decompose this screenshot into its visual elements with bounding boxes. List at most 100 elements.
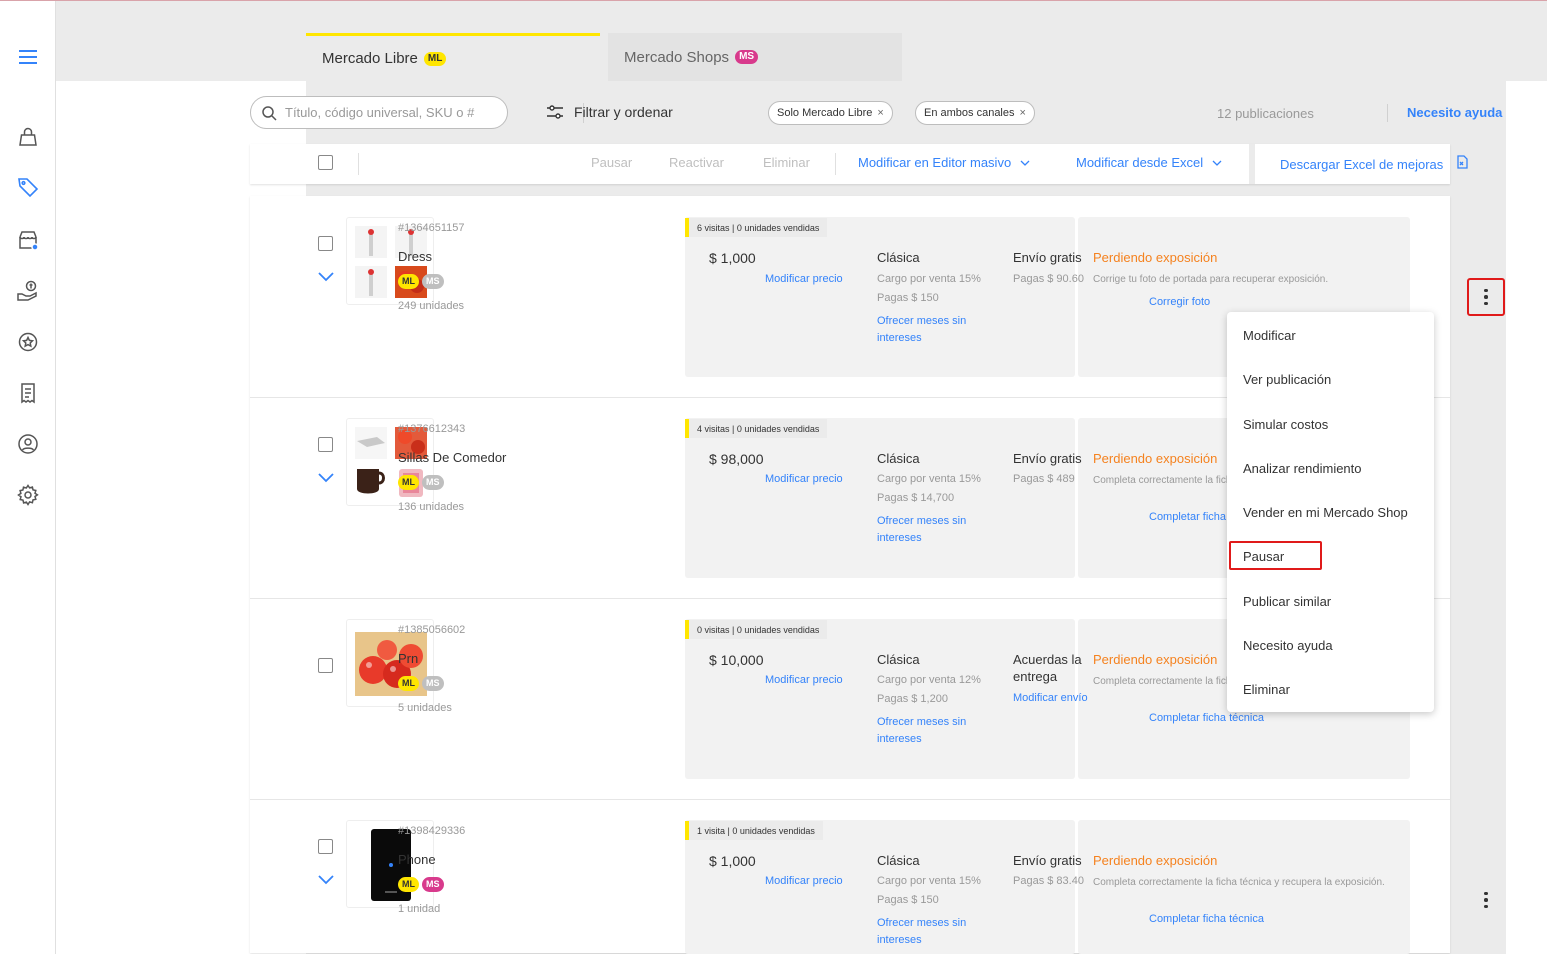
more-options-button[interactable] — [1467, 278, 1505, 316]
fee-amount: Pagas $ 150 — [877, 292, 939, 304]
bulk-action-bar — [250, 144, 1450, 184]
shipping-cost: Pagas $ 83.40 — [1013, 875, 1084, 887]
row-checkbox[interactable] — [318, 839, 333, 854]
chevron-down-icon[interactable] — [318, 272, 334, 282]
filter-label: Filtrar y ordenar — [574, 104, 673, 120]
search-box[interactable] — [250, 96, 508, 129]
pause-button[interactable]: Pausar — [591, 155, 632, 170]
warning-title: Perdiendo exposición — [1093, 250, 1218, 265]
edit-price-link[interactable]: Modificar precio — [765, 271, 843, 288]
edit-price-link[interactable]: Modificar precio — [765, 873, 843, 890]
channel-badges: ML MS — [398, 877, 444, 892]
tab-mercado-shops[interactable]: Mercado Shops MS — [608, 33, 902, 81]
search-input[interactable] — [285, 105, 485, 120]
listing-units: 5 unidades — [398, 702, 452, 714]
search-icon — [262, 105, 277, 121]
tag-icon[interactable] — [14, 173, 42, 201]
store-icon[interactable] — [14, 226, 42, 254]
listing-price: $ 1,000 — [709, 250, 756, 266]
menu-item-publish-similar[interactable]: Publicar similar — [1243, 594, 1331, 609]
warning-title: Perdiendo exposición — [1093, 652, 1218, 667]
excel-dropdown[interactable]: Modificar desde Excel — [1076, 155, 1222, 170]
download-improvements-button[interactable]: Descargar Excel de mejoras — [1280, 155, 1469, 172]
chevron-down-icon[interactable] — [318, 473, 334, 483]
edit-price-link[interactable]: Modificar precio — [765, 672, 843, 689]
tab-label: Mercado Libre — [322, 50, 418, 67]
shipping-type: Envío gratis — [1013, 451, 1082, 466]
listing-type: Clásica — [877, 853, 920, 868]
shipping-cost: Pagas $ 90.60 — [1013, 273, 1084, 285]
listing-title[interactable]: Dress — [398, 249, 432, 264]
visits-badge: 0 visitas | 0 unidades vendidas — [685, 620, 828, 639]
listing-id: #1364651157 — [398, 222, 465, 234]
offer-installments-link[interactable]: Ofrecer meses sin intereses — [877, 313, 987, 347]
star-badge-icon[interactable] — [14, 328, 42, 356]
select-all-checkbox[interactable] — [318, 155, 333, 170]
more-options-button[interactable] — [1472, 886, 1500, 914]
shipping-cost: Pagas $ 489 — [1013, 473, 1075, 485]
chip-solo-mercado-libre[interactable]: Solo Mercado Libre × — [768, 101, 893, 125]
listing-type: Clásica — [877, 250, 920, 265]
warning-title: Perdiendo exposición — [1093, 451, 1218, 466]
edit-shipping-link[interactable]: Modificar envío — [1013, 690, 1088, 707]
filter-button[interactable]: Filtrar y ordenar — [546, 104, 673, 120]
ms-badge: MS — [422, 274, 444, 289]
pause-highlight-box — [1229, 541, 1322, 570]
offer-installments-link[interactable]: Ofrecer meses sin intereses — [877, 513, 987, 547]
menu-item-help[interactable]: Necesito ayuda — [1243, 638, 1333, 653]
listing-title[interactable]: Prn — [398, 651, 418, 666]
menu-item-view-listing[interactable]: Ver publicación — [1243, 372, 1331, 387]
listing-price: $ 98,000 — [709, 451, 764, 467]
offer-installments-link[interactable]: Ofrecer meses sin intereses — [877, 714, 987, 748]
bag-icon[interactable] — [14, 123, 42, 151]
listing-title[interactable]: Sillas De Comedor — [398, 450, 506, 465]
listing-title[interactable]: Phone — [398, 852, 436, 867]
ml-badge: ML — [398, 475, 419, 490]
menu-item-sell-in-shop[interactable]: Vender en mi Mercado Shop — [1243, 505, 1408, 520]
row-checkbox[interactable] — [318, 437, 333, 452]
offer-installments-link[interactable]: Ofrecer meses sin intereses — [877, 915, 987, 949]
gear-icon[interactable] — [14, 481, 42, 509]
menu-icon[interactable] — [14, 43, 42, 71]
edit-price-link[interactable]: Modificar precio — [765, 471, 843, 488]
sidebar — [0, 1, 56, 954]
fee-amount: Pagas $ 1,200 — [877, 693, 948, 705]
delete-button[interactable]: Eliminar — [763, 155, 810, 170]
money-hand-icon[interactable] — [14, 277, 42, 305]
reactivate-button[interactable]: Reactivar — [669, 155, 724, 170]
listing-type: Clásica — [877, 451, 920, 466]
listing-options-menu: Modificar Ver publicación Simular costos… — [1227, 312, 1434, 712]
complete-specs-link[interactable]: Completar ficha técnica — [1149, 710, 1264, 727]
chip-label: En ambos canales — [924, 107, 1015, 119]
chip-label: Solo Mercado Libre — [777, 107, 873, 119]
help-link[interactable]: Necesito ayuda — [1407, 105, 1502, 120]
chevron-down-icon[interactable] — [318, 875, 334, 885]
tab-mercado-libre[interactable]: Mercado Libre ML — [306, 33, 600, 81]
divider — [1249, 144, 1255, 184]
menu-item-delete[interactable]: Eliminar — [1243, 682, 1290, 697]
tab-label: Mercado Shops — [624, 48, 730, 66]
visits-badge: 6 visitas | 0 unidades vendidas — [685, 218, 828, 237]
fix-photo-link[interactable]: Corregir foto — [1149, 294, 1210, 311]
fee-amount: Pagas $ 150 — [877, 894, 939, 906]
menu-item-modify[interactable]: Modificar — [1243, 328, 1296, 343]
sale-fee: Cargo por venta 15% — [877, 875, 981, 887]
ml-badge: ML — [398, 877, 419, 892]
row-divider — [250, 799, 1450, 800]
chip-ambos-canales[interactable]: En ambos canales × — [915, 101, 1035, 125]
close-icon[interactable]: × — [1020, 107, 1026, 119]
user-icon[interactable] — [14, 430, 42, 458]
menu-item-simulate-costs[interactable]: Simular costos — [1243, 417, 1328, 432]
listing-units: 249 unidades — [398, 300, 465, 312]
menu-item-analyze-performance[interactable]: Analizar rendimiento — [1243, 461, 1362, 476]
bulk-editor-label: Modificar en Editor masivo — [858, 155, 1012, 170]
divider — [835, 153, 836, 175]
row-checkbox[interactable] — [318, 658, 333, 673]
receipt-icon[interactable] — [14, 379, 42, 407]
sale-fee: Cargo por venta 15% — [877, 473, 981, 485]
sale-fee: Cargo por venta 12% — [877, 674, 981, 686]
bulk-editor-dropdown[interactable]: Modificar en Editor masivo — [858, 155, 1030, 170]
complete-specs-link[interactable]: Completar ficha técnica — [1149, 911, 1264, 928]
close-icon[interactable]: × — [877, 107, 883, 119]
row-checkbox[interactable] — [318, 236, 333, 251]
